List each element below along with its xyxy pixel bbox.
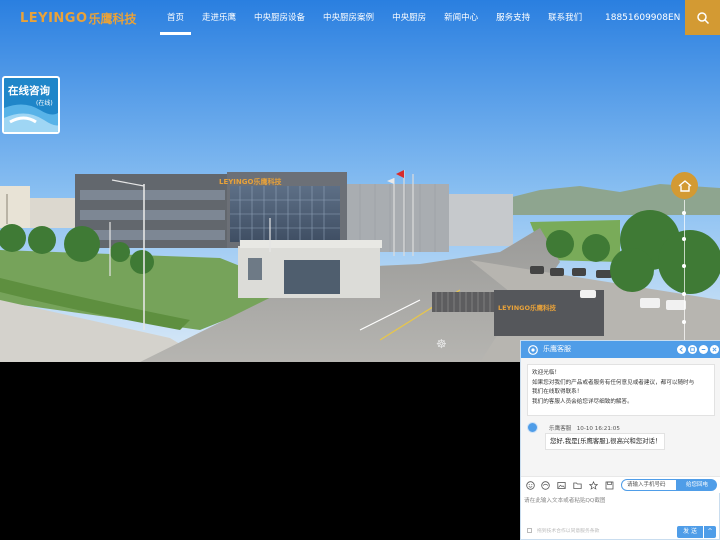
chat-logo-icon <box>528 344 538 355</box>
chat-footer: 拖到技术合作以同意服务条款 发 送 ^ <box>521 523 720 540</box>
chat-maximize-button[interactable] <box>688 345 697 354</box>
image-icon[interactable] <box>557 481 566 490</box>
maximize-icon <box>690 347 695 352</box>
save-icon[interactable] <box>605 481 614 490</box>
svg-text:☸: ☸ <box>436 337 447 351</box>
gate-sign: LEYINGO乐鹰科技 <box>498 303 557 312</box>
nav-item-equipment[interactable]: 中央厨房设备 <box>245 0 314 36</box>
consult-title: 在线咨询 <box>8 85 50 97</box>
top-navbar: LEYINGO 乐鹰科技 首页 走进乐鹰 中央厨房设备 中央厨房案例 中央厨房 … <box>0 0 720 36</box>
page: LEYINGO乐鹰科技 LEYINGO乐鹰科技 ☸ LEYINGO 乐鹰科技 首… <box>0 0 720 540</box>
folder-icon[interactable] <box>573 481 582 490</box>
nav-item-support[interactable]: 服务支持 <box>487 0 539 36</box>
chevron-left-icon <box>679 347 683 352</box>
callback-button[interactable]: 给您回电 <box>677 479 717 491</box>
logo-cn: 乐鹰科技 <box>88 11 137 26</box>
terms-checkbox[interactable] <box>527 528 532 533</box>
welcome-line: 我们在线取得联系！ <box>532 389 583 396</box>
chat-widget: 乐鹰客服 欢迎光临！ 如果您对我们的产品或者服务有任何意见或者建议，都可以随时与… <box>520 340 720 540</box>
hero-photo: LEYINGO乐鹰科技 LEYINGO乐鹰科技 ☸ <box>0 0 720 362</box>
nav-item-cases[interactable]: 中央厨房案例 <box>314 0 383 36</box>
emoji-icon[interactable] <box>526 481 535 490</box>
side-nav-dot[interactable] <box>682 264 686 268</box>
chat-header[interactable]: 乐鹰客服 <box>521 341 720 358</box>
side-nav-line <box>683 200 685 362</box>
welcome-line: 如果您对我们的产品或者服务有任何意见或者建议，都可以随时与 <box>532 379 695 386</box>
nav-item-about[interactable]: 走进乐鹰 <box>193 0 245 36</box>
agent-name: 乐鹰客服 <box>549 426 572 432</box>
callback-phone-input[interactable]: 请输入手机号码 <box>621 479 677 491</box>
side-nav-dot[interactable] <box>682 320 686 324</box>
shake-icon[interactable] <box>541 481 550 490</box>
welcome-line: 我们的客服人员会给您详尽细致的解答。 <box>532 398 633 405</box>
star-icon[interactable] <box>589 481 598 490</box>
search-icon <box>696 11 709 24</box>
hero-banner: LEYINGO乐鹰科技 LEYINGO乐鹰科技 ☸ <box>0 0 720 362</box>
side-nav-dot[interactable] <box>682 237 686 241</box>
send-options-button[interactable]: ^ <box>704 526 716 538</box>
chat-prev-button[interactable] <box>677 345 686 354</box>
side-nav-dot[interactable] <box>682 211 686 215</box>
building-sign: LEYINGO乐鹰科技 <box>219 177 282 186</box>
minimize-icon <box>701 349 706 350</box>
side-nav-dot[interactable] <box>682 292 686 296</box>
search-button[interactable] <box>685 0 720 35</box>
logo-latin: LEYINGO <box>20 10 88 26</box>
nav-item-news[interactable]: 新闻中心 <box>435 0 487 36</box>
consult-status: (在线) <box>36 100 53 107</box>
nav-item-central-kitchen[interactable]: 中央厨房 <box>383 0 435 36</box>
agent-avatar <box>527 422 538 433</box>
chat-toolbar: 请输入手机号码 给您回电 <box>521 476 720 493</box>
message-time: 10-10 16:21:05 <box>576 426 620 432</box>
chat-close-button[interactable] <box>710 345 719 354</box>
chat-minimize-button[interactable] <box>699 345 708 354</box>
nav-item-contact[interactable]: 联系我们 <box>539 0 591 36</box>
agent-meta: 乐鹰客服 10-10 16:21:05 <box>549 424 620 432</box>
welcome-line: 欢迎光临！ <box>532 370 560 376</box>
home-icon <box>678 179 691 192</box>
main-menu: 首页 走进乐鹰 中央厨房设备 中央厨房案例 中央厨房 新闻中心 服务支持 联系我… <box>158 0 591 36</box>
chat-messages[interactable]: 欢迎光临！ 如果您对我们的产品或者服务有任何意见或者建议，都可以随时与 我们在线… <box>521 358 720 476</box>
language-switch[interactable]: EN <box>668 0 680 36</box>
chat-title: 乐鹰客服 <box>543 345 571 353</box>
site-logo[interactable]: LEYINGO 乐鹰科技 <box>20 8 137 28</box>
hotline-number: 18851609908 <box>605 13 668 23</box>
agent-message: 您好,我是[乐鹰客服],很高兴和您对话！ <box>545 433 665 450</box>
send-button[interactable]: 发 送 <box>677 526 703 538</box>
side-home-button[interactable] <box>671 172 698 199</box>
welcome-message: 欢迎光临！ 如果您对我们的产品或者服务有任何意见或者建议，都可以随时与 我们在线… <box>527 364 715 416</box>
close-icon <box>712 347 717 352</box>
footer-note: 拖到技术合作以同意服务条款 <box>537 529 600 534</box>
nav-item-home[interactable]: 首页 <box>158 0 193 36</box>
online-consult-badge[interactable]: 在线咨询 (在线) <box>2 76 60 134</box>
message-input[interactable]: 请在此输入文本或者粘贴QQ截图 <box>521 493 720 523</box>
